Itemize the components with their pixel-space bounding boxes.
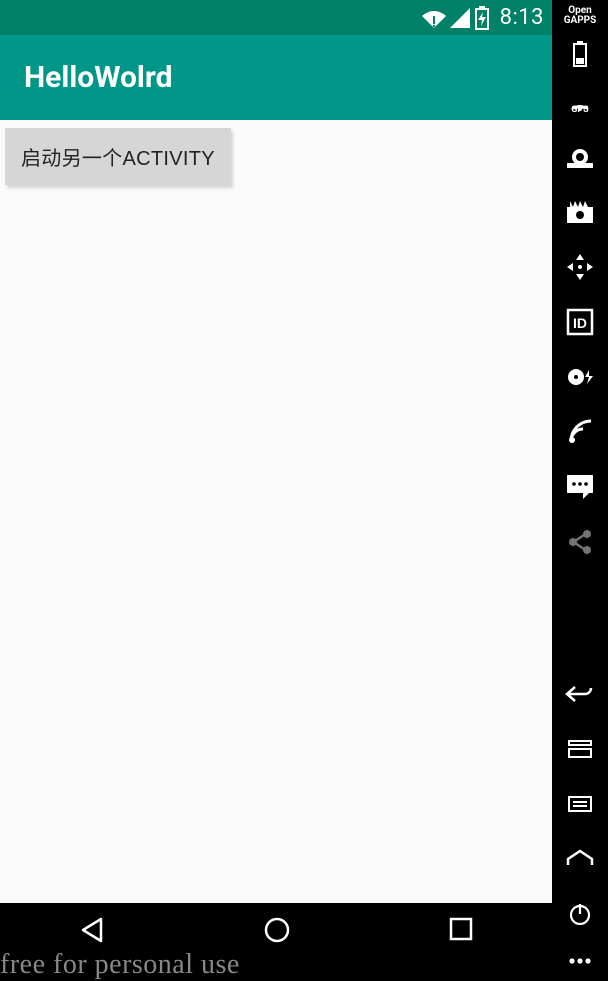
open-gapps-line2: GAPPS bbox=[564, 16, 597, 26]
emu-power-button[interactable] bbox=[552, 886, 608, 941]
open-gapps-button[interactable]: Open GAPPS bbox=[564, 6, 597, 26]
phone-screen: 8:13 HelloWolrd 启动另一个ACTIVITY free for p… bbox=[0, 0, 552, 981]
navigation-bar: free for personal use bbox=[0, 903, 552, 981]
gps-label: GPS bbox=[571, 105, 588, 115]
emu-more-button[interactable] bbox=[552, 941, 608, 981]
network-tool[interactable] bbox=[552, 404, 608, 459]
camera-tool[interactable] bbox=[552, 129, 608, 184]
disk-io-tool[interactable] bbox=[552, 349, 608, 404]
nav-back-button[interactable] bbox=[77, 915, 107, 945]
battery-tool[interactable] bbox=[552, 26, 608, 81]
dpad-tool[interactable] bbox=[552, 239, 608, 294]
emulator-window: 8:13 HelloWolrd 启动另一个ACTIVITY free for p… bbox=[0, 0, 608, 981]
status-bar: 8:13 bbox=[0, 0, 552, 35]
page-title: HelloWolrd bbox=[24, 60, 172, 95]
watermark-text: free for personal use bbox=[0, 949, 240, 981]
sms-tool[interactable] bbox=[552, 459, 608, 514]
emu-home-button[interactable] bbox=[552, 831, 608, 886]
start-activity-button[interactable]: 启动另一个ACTIVITY bbox=[5, 128, 231, 185]
gps-tool[interactable]: GPS bbox=[552, 81, 608, 129]
nav-recent-button[interactable] bbox=[447, 915, 475, 943]
emu-back-button[interactable] bbox=[552, 666, 608, 721]
emu-menu-button[interactable] bbox=[552, 776, 608, 831]
identifiers-tool[interactable]: ID bbox=[552, 294, 608, 349]
cell-signal-icon bbox=[450, 8, 470, 28]
svg-text:ID: ID bbox=[573, 315, 587, 331]
emu-recent-button[interactable] bbox=[552, 721, 608, 776]
app-bar: HelloWolrd bbox=[0, 35, 552, 120]
content-area: 启动另一个ACTIVITY bbox=[0, 120, 552, 903]
status-time: 8:13 bbox=[500, 5, 544, 30]
emulator-sidebar: Open GAPPS GPS ID bbox=[552, 0, 608, 981]
share-tool[interactable] bbox=[552, 514, 608, 569]
wifi-icon bbox=[422, 8, 446, 28]
battery-charging-icon bbox=[474, 6, 490, 30]
capture-tool[interactable] bbox=[552, 184, 608, 239]
nav-home-button[interactable] bbox=[262, 915, 292, 945]
